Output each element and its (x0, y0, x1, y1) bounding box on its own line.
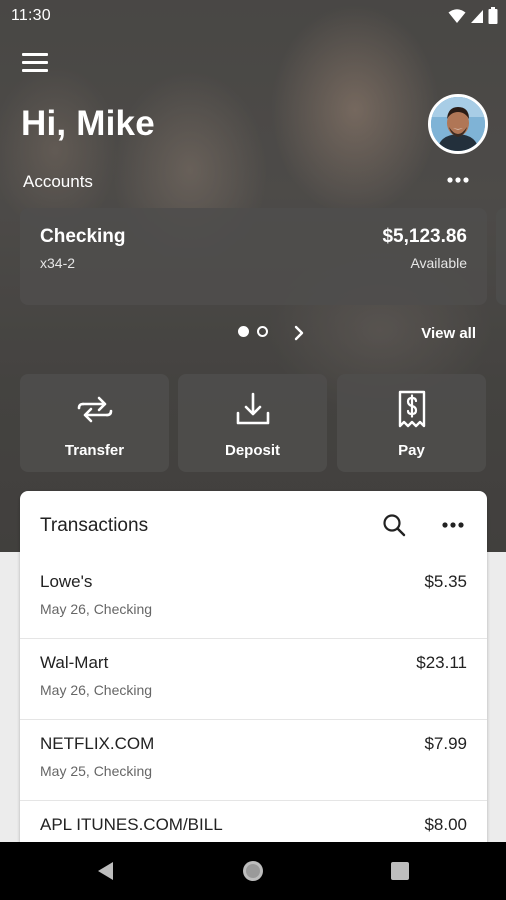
deposit-label: Deposit (224, 442, 280, 459)
transfer-label: Transfer (64, 442, 125, 459)
status-time: 11:30 (11, 7, 51, 24)
pager-dot[interactable] (257, 326, 268, 337)
account-card-checking[interactable]: Checking x34-2 $5,123.86 Available (20, 208, 487, 305)
pager-dot-active[interactable] (238, 326, 249, 337)
view-all-link[interactable]: View all (421, 325, 476, 342)
profile-photo (431, 97, 485, 151)
pay-button[interactable]: Pay (337, 374, 486, 472)
transaction-merchant: NETFLIX.COM (40, 734, 155, 753)
transaction-detail: May 25, Checking (40, 763, 153, 779)
transactions-card: Transactions Lowe's May 26, Checking $5.… (20, 491, 487, 851)
transaction-amount: $8.00 (424, 815, 467, 834)
transactions-more-icon[interactable] (440, 515, 466, 535)
deposit-button[interactable]: Deposit (178, 374, 327, 472)
account-name: Checking (40, 226, 126, 247)
greeting: Hi, Mike (21, 104, 155, 143)
accounts-label: Accounts (23, 172, 93, 191)
pay-label: Pay (398, 442, 425, 459)
wifi-icon (448, 8, 466, 23)
transaction-merchant: Lowe's (40, 572, 93, 591)
transactions-title: Transactions (40, 515, 149, 536)
account-number: x34-2 (40, 255, 76, 271)
transaction-row[interactable]: Wal-Mart May 26, Checking $23.11 (20, 639, 487, 720)
home-icon[interactable] (241, 859, 265, 883)
recents-icon[interactable] (388, 859, 412, 883)
accounts-more-icon[interactable] (444, 170, 472, 190)
status-icons (448, 7, 498, 24)
bill-icon (398, 390, 425, 428)
system-nav-bar (0, 842, 506, 900)
transaction-amount: $7.99 (424, 734, 467, 753)
transaction-amount: $5.35 (424, 572, 467, 591)
search-icon[interactable] (382, 513, 406, 537)
battery-icon (488, 7, 498, 24)
transfer-icon (77, 396, 112, 423)
transfer-button[interactable]: Transfer (20, 374, 169, 472)
deposit-icon (236, 392, 269, 425)
account-balance-label: Available (410, 255, 467, 271)
chevron-right-icon[interactable] (291, 324, 307, 342)
carousel-pager (238, 326, 268, 337)
status-bar: 11:30 (0, 0, 506, 32)
cell-signal-icon (471, 9, 483, 23)
transaction-amount: $23.11 (416, 653, 467, 672)
account-card-next[interactable] (496, 208, 506, 305)
transaction-detail: May 26, Checking (40, 601, 153, 617)
menu-icon[interactable] (22, 53, 48, 75)
transaction-merchant: APL ITUNES.COM/BILL (40, 815, 223, 834)
transaction-row[interactable]: NETFLIX.COM May 25, Checking $7.99 (20, 720, 487, 801)
transaction-detail: May 26, Checking (40, 682, 153, 698)
account-balance: $5,123.86 (382, 226, 467, 247)
transaction-merchant: Wal-Mart (40, 653, 109, 672)
back-icon[interactable] (94, 859, 118, 883)
avatar[interactable] (428, 94, 488, 154)
transaction-row[interactable]: Lowe's May 26, Checking $5.35 (20, 558, 487, 639)
